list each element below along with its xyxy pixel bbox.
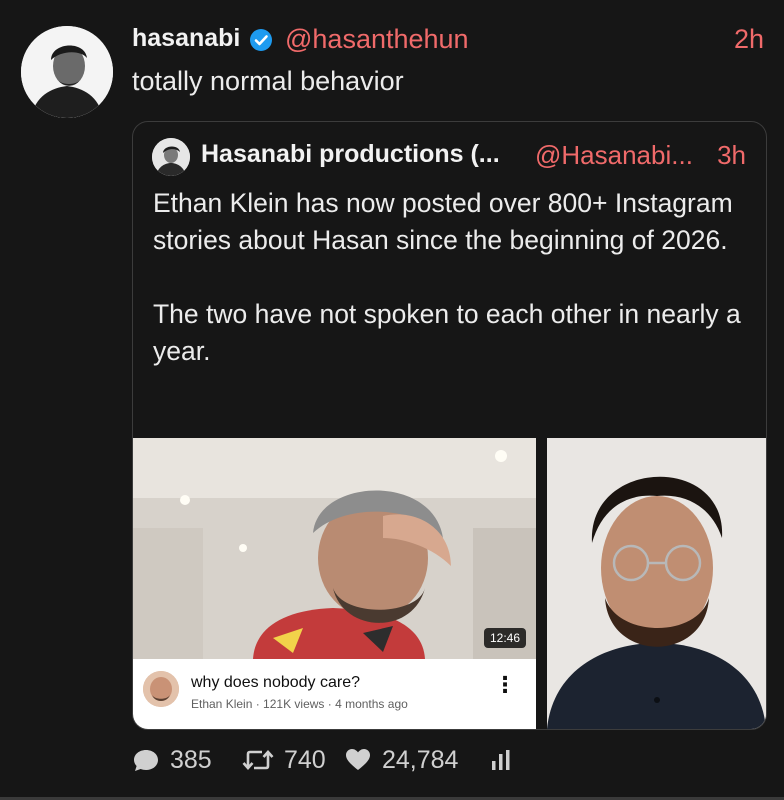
- video-title[interactable]: why does nobody care?: [191, 674, 360, 692]
- tweet-time[interactable]: 2h: [734, 24, 764, 55]
- repost-count: 740: [284, 745, 326, 774]
- verified-badge-icon: [248, 27, 274, 53]
- quoted-tweet[interactable]: Hasanabi productions (... @Hasanabi... 3…: [132, 121, 767, 730]
- analytics-icon: [492, 750, 510, 770]
- quoted-tweet-text: Ethan Klein has now posted over 800+ Ins…: [153, 185, 753, 370]
- author-avatar[interactable]: [21, 26, 113, 118]
- quoted-author-name[interactable]: Hasanabi productions (...: [201, 140, 500, 169]
- tweet-text: totally normal behavior: [132, 66, 404, 96]
- tweet-header: hasanabi @hasanthehun 2h: [132, 22, 764, 62]
- tweet-actions: 385 740 24,784: [132, 740, 552, 780]
- quoted-paragraph: The two have not spoken to each other in…: [153, 299, 741, 366]
- quoted-paragraph: Ethan Klein has now posted over 800+ Ins…: [153, 188, 733, 255]
- reply-button[interactable]: 385: [132, 740, 212, 780]
- repost-button[interactable]: 740: [242, 740, 326, 780]
- analytics-button[interactable]: [490, 740, 522, 780]
- video-duration: 12:46: [483, 628, 526, 648]
- video-screenshot-image[interactable]: 12:46 why does nobody care? Ethan Klein …: [133, 438, 536, 729]
- more-vertical-icon[interactable]: ⋮: [494, 674, 516, 696]
- quoted-author-avatar[interactable]: [152, 138, 190, 176]
- quoted-author-handle[interactable]: @Hasanabi...: [535, 140, 693, 171]
- like-icon: [346, 749, 370, 770]
- reply-icon: [134, 750, 158, 771]
- like-count: 24,784: [382, 745, 459, 774]
- channel-avatar[interactable]: [143, 671, 179, 707]
- quoted-tweet-time[interactable]: 3h: [717, 140, 746, 171]
- video-thumbnail[interactable]: 12:46: [133, 438, 536, 659]
- portrait-image[interactable]: [547, 438, 766, 729]
- author-handle[interactable]: @hasanthehun: [285, 24, 469, 55]
- reply-count: 385: [170, 745, 212, 774]
- like-button[interactable]: 24,784: [344, 740, 458, 780]
- video-meta: Ethan Klein · 121K views · 4 months ago: [191, 697, 408, 711]
- author-name[interactable]: hasanabi: [132, 24, 240, 53]
- repost-icon: [242, 750, 274, 770]
